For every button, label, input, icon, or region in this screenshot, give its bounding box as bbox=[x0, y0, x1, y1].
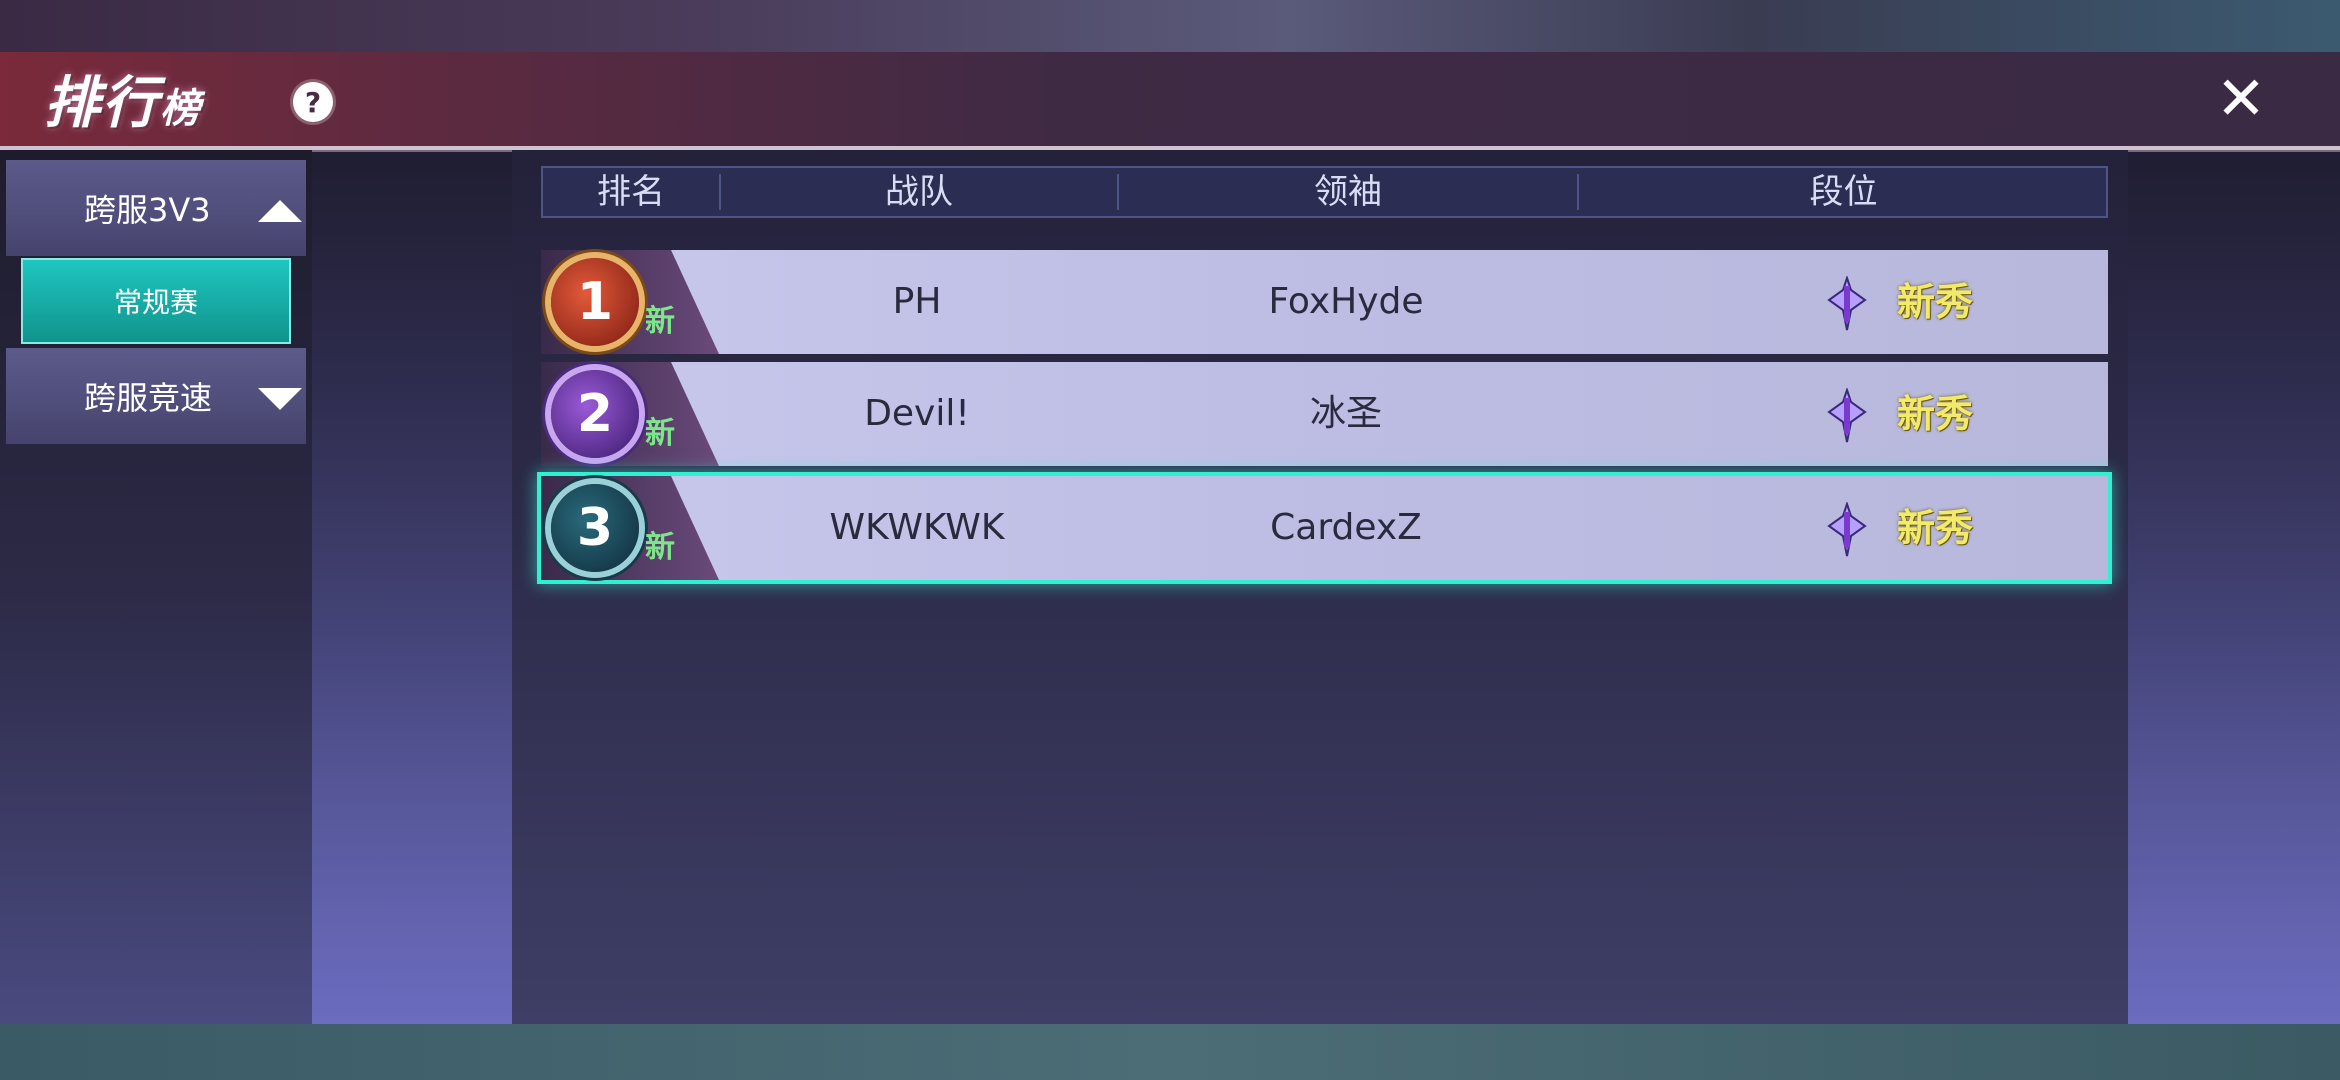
new-tag: 新 bbox=[645, 416, 675, 451]
rank-medal-icon: 3 bbox=[551, 484, 639, 572]
header-rank: 排名 bbox=[597, 172, 665, 212]
leader-name: 冰圣 bbox=[1309, 393, 1382, 434]
leader-name: FoxHyde bbox=[1268, 281, 1424, 322]
tier-badge-icon bbox=[1827, 388, 1867, 443]
team-name: WKWKWK bbox=[829, 507, 1005, 548]
leader-name: CardexZ bbox=[1270, 507, 1422, 548]
tier-label: 新秀 bbox=[1897, 392, 1974, 436]
header-leader: 领袖 bbox=[1314, 172, 1382, 212]
sidebar-category-label: 跨服竞速 bbox=[84, 379, 213, 417]
chevron-down-icon bbox=[258, 388, 302, 410]
sidebar-item-regular-season[interactable]: 常规赛 bbox=[21, 258, 291, 344]
background-top bbox=[0, 0, 2340, 52]
header-team: 战队 bbox=[885, 172, 953, 212]
page-title: 排行榜 bbox=[44, 58, 202, 139]
tier-badge-icon bbox=[1827, 502, 1867, 557]
sidebar-item-label: 常规赛 bbox=[113, 286, 198, 319]
sidebar-category-speed[interactable]: 跨服竞速 bbox=[6, 348, 306, 444]
chevron-up-icon bbox=[258, 200, 302, 222]
new-tag: 新 bbox=[645, 530, 675, 565]
tier-badge-icon bbox=[1827, 276, 1867, 331]
header-tier: 段位 bbox=[1809, 172, 1878, 212]
table-row-selected[interactable]: 3 新 WKWKWK CardexZ 新秀 bbox=[541, 476, 2108, 580]
rank-medal-icon: 2 bbox=[551, 370, 639, 458]
team-name: Devil! bbox=[864, 393, 970, 434]
help-button[interactable]: ? bbox=[293, 82, 333, 122]
new-tag: 新 bbox=[645, 304, 675, 339]
sidebar-category-label: 跨服3V3 bbox=[84, 191, 211, 229]
tier-label: 新秀 bbox=[1897, 506, 1974, 550]
rank-medal-icon: 1 bbox=[551, 258, 639, 346]
table-row[interactable]: 2 新 Devil! 冰圣 新秀 bbox=[541, 362, 2108, 466]
close-button[interactable]: ✕ bbox=[2214, 69, 2268, 129]
title-main: 排行 bbox=[44, 70, 160, 136]
table-row[interactable]: 1 新 PH FoxHyde 新秀 bbox=[541, 250, 2108, 354]
sidebar-category-3v3[interactable]: 跨服3V3 bbox=[6, 160, 306, 256]
table-header: 排名 战队 领袖 段位 bbox=[541, 166, 2108, 218]
tier-label: 新秀 bbox=[1897, 280, 1974, 324]
background-bottom bbox=[0, 1024, 2340, 1080]
header-bar bbox=[0, 52, 2340, 150]
team-name: PH bbox=[892, 281, 942, 322]
title-small: 榜 bbox=[160, 85, 202, 132]
